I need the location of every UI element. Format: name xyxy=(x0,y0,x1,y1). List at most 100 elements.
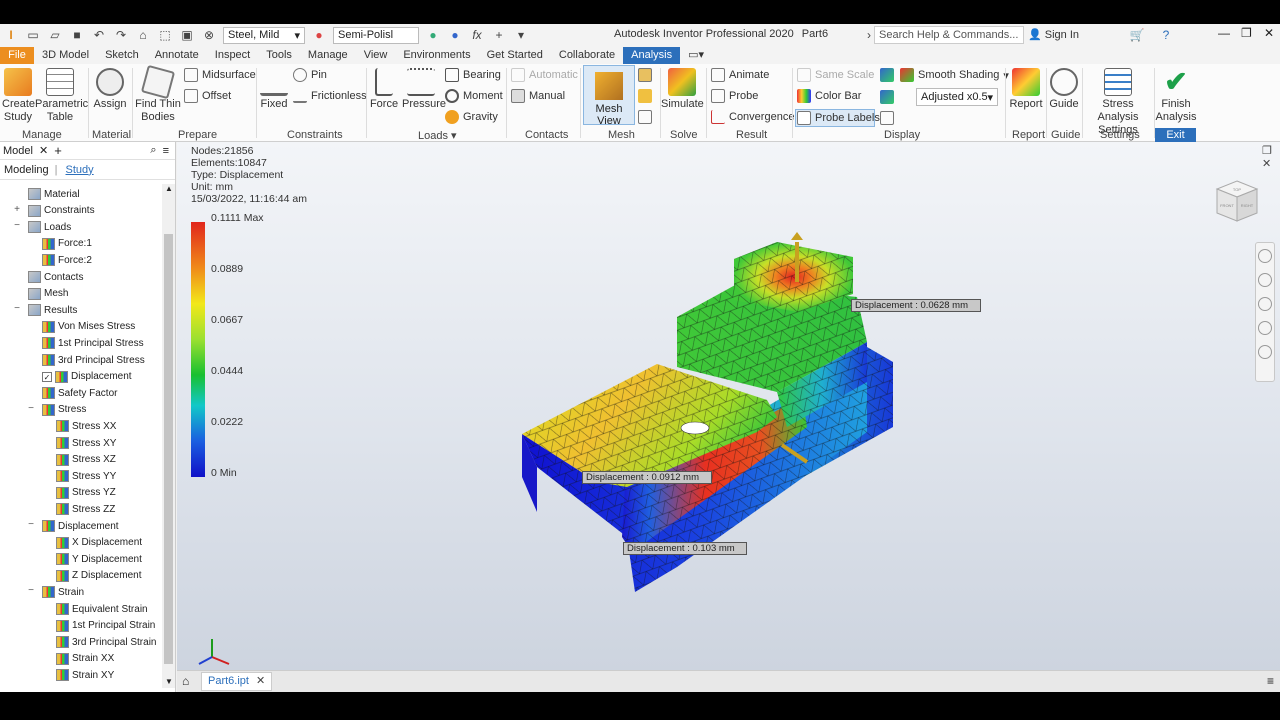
simulate-button[interactable]: Simulate xyxy=(661,68,704,111)
moment-button[interactable]: Moment xyxy=(445,87,503,105)
offset-button[interactable]: Offset xyxy=(184,87,231,105)
group-label-loads[interactable]: Loads ▾ xyxy=(418,129,457,142)
sign-in-button[interactable]: 👤 Sign In xyxy=(1028,28,1079,41)
find-thin-bodies-button[interactable]: Find Thin Bodies xyxy=(135,64,181,124)
frictionless-button[interactable]: Frictionless xyxy=(293,87,367,105)
tab-manage[interactable]: Manage xyxy=(300,47,356,64)
tree-item[interactable]: Contacts xyxy=(28,269,83,285)
tree-item[interactable]: Stress YY xyxy=(56,468,116,484)
tree-item[interactable]: Strain xyxy=(42,584,84,600)
tree-item[interactable]: Strain XY xyxy=(56,667,114,683)
tab-get-started[interactable]: Get Started xyxy=(479,47,551,64)
display-icon-button-2[interactable] xyxy=(880,88,898,106)
look-at-icon[interactable] xyxy=(1258,345,1272,359)
tree-item[interactable]: 1st Principal Stress xyxy=(42,335,144,351)
manual-contacts-button[interactable]: Manual xyxy=(511,87,565,105)
restore-icon[interactable]: ❐ xyxy=(1241,26,1252,40)
tab-inspect[interactable]: Inspect xyxy=(207,47,258,64)
color-override-icon[interactable]: ● xyxy=(424,27,442,43)
close-icon[interactable]: ✕ xyxy=(1262,158,1271,170)
tree-item[interactable]: ✓ Displacement xyxy=(42,369,132,385)
tree-expander[interactable]: − xyxy=(26,585,36,596)
probe-button[interactable]: Probe xyxy=(711,87,758,105)
finish-analysis-button[interactable]: ✔ Finish Analysis xyxy=(1155,68,1197,124)
ribbon-options-icon[interactable]: ▭▾ xyxy=(680,47,712,64)
menu-icon[interactable]: ≡ xyxy=(1267,674,1274,688)
tab-analysis[interactable]: Analysis xyxy=(623,47,681,64)
close-icon[interactable]: ✕ xyxy=(1264,26,1274,40)
tree-item[interactable]: Force:2 xyxy=(42,252,92,268)
search-icon[interactable]: ⌕ xyxy=(150,144,156,157)
pressure-button[interactable]: Pressure xyxy=(402,68,446,111)
material-select[interactable]: Steel, Mild ▾ xyxy=(223,26,305,44)
tab-3d-model[interactable]: 3D Model xyxy=(34,47,97,64)
browser-scrollbar[interactable]: ▲ ▼ xyxy=(162,184,175,688)
maximize-icon[interactable]: ❐ xyxy=(1262,145,1272,157)
document-tab-part6[interactable]: Part6.ipt ✕ xyxy=(201,672,273,691)
bearing-button[interactable]: Bearing xyxy=(445,66,501,84)
smooth-shading-select[interactable]: Smooth Shading ▾ xyxy=(900,66,1009,84)
stress-analysis-settings-button[interactable]: Stress Analysis Settings xyxy=(1083,68,1153,137)
new-icon[interactable]: ▭ xyxy=(24,27,42,43)
tab-collaborate[interactable]: Collaborate xyxy=(551,47,623,64)
tree-expander[interactable]: − xyxy=(12,220,22,231)
probe-label[interactable]: Displacement : 0.0628 mm xyxy=(851,299,981,312)
parametric-table-button[interactable]: Parametric Table xyxy=(35,68,88,124)
home-icon[interactable]: ⌂ xyxy=(182,674,189,688)
add-icon[interactable]: + xyxy=(54,143,62,158)
appearance-select[interactable]: Semi-Polisl xyxy=(333,26,419,44)
customize-icon[interactable]: ▾ xyxy=(512,27,530,43)
tab-sketch[interactable]: Sketch xyxy=(97,47,147,64)
tree-item[interactable]: Stress XZ xyxy=(56,452,116,468)
tree-item[interactable]: Stress ZZ xyxy=(56,501,115,517)
tree-item[interactable]: Strain XX xyxy=(56,651,114,667)
tab-modeling[interactable]: Modeling xyxy=(4,164,49,176)
local-mesh-button[interactable] xyxy=(638,87,656,105)
undo-icon[interactable]: ↶ xyxy=(90,27,108,43)
tree-expander[interactable]: − xyxy=(26,403,36,414)
cart-icon[interactable]: 🛒 xyxy=(1128,27,1146,43)
convergence-button[interactable]: Convergence xyxy=(711,108,794,126)
guide-button[interactable]: Guide xyxy=(1048,68,1080,111)
automatic-contacts-button[interactable]: Automatic xyxy=(511,66,578,84)
plus-icon[interactable]: + xyxy=(490,27,508,43)
tree-item[interactable]: 3rd Principal Stress xyxy=(42,352,145,368)
color-bar-button[interactable]: Color Bar xyxy=(797,87,861,105)
tab-file[interactable]: File xyxy=(0,47,34,64)
tree-expander[interactable]: − xyxy=(26,519,36,530)
tree-item[interactable]: Material xyxy=(28,186,80,202)
animate-button[interactable]: Animate xyxy=(711,66,769,84)
pin-button[interactable]: Pin xyxy=(293,66,327,84)
close-icon[interactable]: ✕ xyxy=(256,675,265,687)
tree-item[interactable]: Stress YZ xyxy=(56,485,116,501)
scrollbar-thumb[interactable] xyxy=(164,234,173,664)
assign-material-button[interactable]: Assign xyxy=(92,68,128,111)
fixed-constraint-button[interactable]: Fixed xyxy=(259,68,289,111)
displacement-scale-select[interactable]: Adjusted x0.5 ▾ xyxy=(916,88,998,106)
tree-expander[interactable]: + xyxy=(12,204,22,215)
tree-item[interactable]: Force:1 xyxy=(42,236,92,252)
fx-icon[interactable]: fx xyxy=(468,27,486,43)
probe-label[interactable]: Displacement : 0.103 mm xyxy=(623,542,747,555)
close-icon[interactable]: ✕ xyxy=(39,144,48,157)
tree-item[interactable]: 3rd Principal Strain xyxy=(56,634,156,650)
view-cube[interactable]: TOP FRONT RIGHT xyxy=(1213,177,1261,225)
orbit-icon[interactable] xyxy=(1258,321,1272,335)
tree-item[interactable]: Constraints xyxy=(28,203,95,219)
boundary-conditions-button[interactable] xyxy=(880,109,898,127)
midsurface-button[interactable]: Midsurface xyxy=(184,66,256,84)
select-icon[interactable]: ⬚ xyxy=(156,27,174,43)
tree-item[interactable]: Equivalent Strain xyxy=(56,601,148,617)
fea-model[interactable] xyxy=(177,142,1280,670)
zoom-icon[interactable] xyxy=(1258,297,1272,311)
tree-item[interactable]: Z Displacement xyxy=(56,568,141,584)
tab-view[interactable]: View xyxy=(356,47,396,64)
graphics-viewport[interactable]: Nodes:21856 Elements:10847 Type: Displac… xyxy=(177,142,1280,670)
save-icon[interactable]: ■ xyxy=(68,27,86,43)
open-icon[interactable]: ▱ xyxy=(46,27,64,43)
same-scale-button[interactable]: Same Scale xyxy=(797,66,874,84)
convergence-settings-button[interactable] xyxy=(638,108,656,126)
search-input[interactable]: Search Help & Commands... xyxy=(874,26,1024,44)
display-icon-button-1[interactable] xyxy=(880,66,898,84)
help-icon[interactable]: ? xyxy=(1157,27,1175,43)
